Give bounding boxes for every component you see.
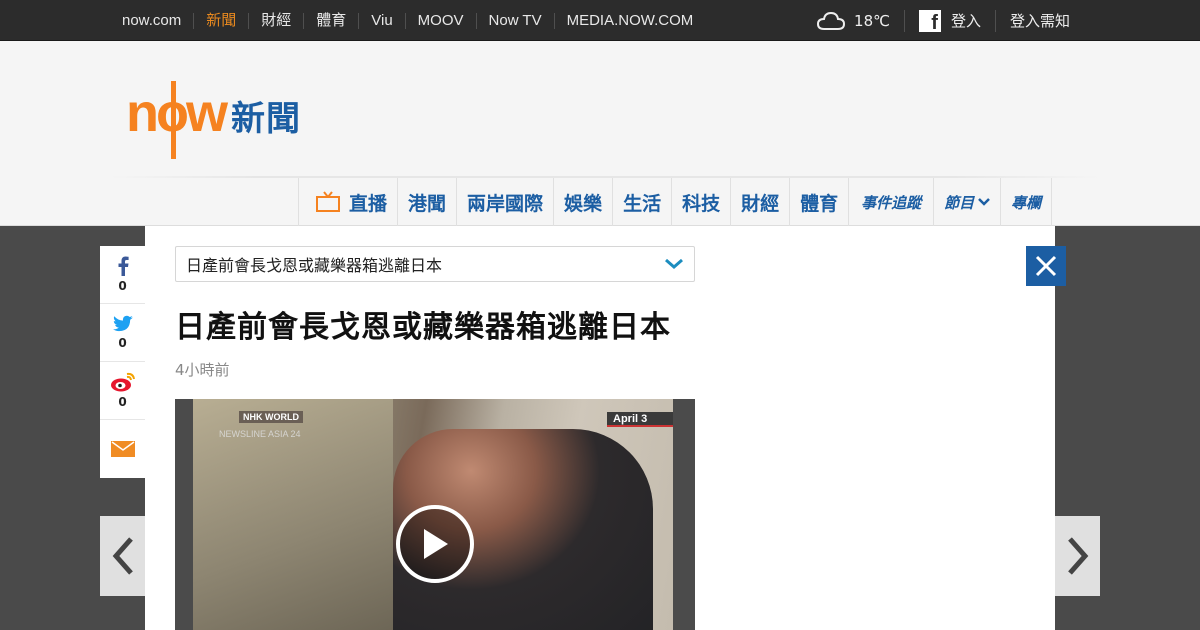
header: now 新聞 直播 港聞 兩岸國際 娛樂 生活 科技 財經 體育 事件追蹤 節目… — [0, 41, 1200, 226]
nav-item-tech[interactable]: 科技 — [672, 178, 732, 226]
article-title: 日產前會長戈恩或藏樂器箱逃離日本 — [175, 310, 671, 345]
nav-item-life[interactable]: 生活 — [613, 178, 673, 226]
nav-item-entertainment[interactable]: 娛樂 — [554, 178, 614, 226]
login-note-link[interactable]: 登入需知 — [996, 10, 1070, 31]
main-nav: 直播 港聞 兩岸國際 娛樂 生活 科技 財經 體育 事件追蹤 節目 專欄 — [298, 178, 1053, 226]
logo-section: 新聞 — [230, 98, 301, 139]
top-link-sports[interactable]: 體育 — [303, 12, 358, 29]
video-date-tag: April 3 — [607, 412, 673, 427]
nav-item-programs[interactable]: 節目 — [934, 178, 1002, 226]
nav-item-international[interactable]: 兩岸國際 — [457, 178, 555, 226]
facebook-count: 0 — [118, 279, 127, 293]
cloud-icon — [817, 11, 846, 30]
top-link-media[interactable]: MEDIA.NOW.COM — [553, 12, 706, 29]
weather[interactable]: 18℃ — [816, 9, 905, 32]
temperature: 18℃ — [854, 11, 890, 30]
twitter-count: 0 — [118, 336, 127, 350]
next-article-button[interactable] — [1055, 516, 1100, 596]
chevron-down-icon — [978, 198, 991, 206]
nav-label-programs: 節目 — [944, 193, 975, 212]
top-link-viu[interactable]: Viu — [358, 12, 404, 29]
article-select-value: 日產前會長戈恩或藏樂器箱逃離日本 — [186, 256, 443, 275]
nav-item-live[interactable]: 直播 — [299, 178, 399, 226]
article-panel: 日產前會長戈恩或藏樂器箱逃離日本 日產前會長戈恩或藏樂器箱逃離日本 4小時前 N… — [145, 226, 1055, 630]
now-news-logo[interactable]: now 新聞 — [126, 81, 301, 159]
chevron-right-icon — [1067, 537, 1088, 575]
share-weibo[interactable]: 0 — [100, 362, 145, 420]
play-icon — [424, 529, 448, 559]
top-link-news[interactable]: 新聞 — [193, 12, 248, 29]
facebook-login[interactable]: f 登入 — [905, 9, 996, 33]
facebook-icon: f — [918, 9, 941, 33]
nav-item-tracking[interactable]: 事件追蹤 — [849, 178, 935, 226]
chevron-down-icon — [665, 258, 683, 269]
top-bar: now.com 新聞 財經 體育 Viu MOOV Now TV MEDIA.N… — [0, 0, 1200, 41]
weibo-icon — [110, 372, 135, 392]
top-right: 18℃ f 登入 登入需知 — [816, 0, 1070, 41]
nav-item-columns[interactable]: 專欄 — [1001, 178, 1053, 226]
nav-item-finance[interactable]: 財經 — [731, 178, 791, 226]
share-facebook[interactable]: 0 — [100, 246, 145, 304]
facebook-icon — [118, 256, 129, 276]
chevron-left-icon — [112, 537, 133, 575]
weibo-count: 0 — [118, 395, 127, 409]
email-icon — [110, 441, 135, 457]
logo-now: now — [126, 81, 228, 159]
video-channel-logo: NHK WORLD — [239, 411, 303, 423]
video-player[interactable]: NHK WORLD NEWSLINE ASIA 24 April 3 — [175, 399, 695, 630]
article-select[interactable]: 日產前會長戈恩或藏樂器箱逃離日本 — [175, 246, 695, 282]
top-link-moov[interactable]: MOOV — [404, 12, 476, 29]
nav-label-live: 直播 — [349, 192, 388, 215]
top-link-nowtv[interactable]: Now TV — [475, 12, 554, 29]
share-bar: 0 0 0 — [100, 246, 145, 478]
tv-icon — [316, 191, 340, 212]
logo-bar — [171, 81, 176, 159]
login-label: 登入 — [950, 12, 981, 30]
top-link-finance[interactable]: 財經 — [248, 12, 303, 29]
close-icon — [1035, 255, 1057, 277]
top-nav: now.com 新聞 財經 體育 Viu MOOV Now TV MEDIA.N… — [110, 0, 705, 41]
video-program: NEWSLINE ASIA 24 — [219, 429, 301, 439]
share-twitter[interactable]: 0 — [100, 304, 145, 362]
nav-item-sports[interactable]: 體育 — [790, 178, 850, 226]
top-link-nowcom[interactable]: now.com — [110, 12, 193, 29]
twitter-icon — [112, 315, 133, 332]
nav-item-hk[interactable]: 港聞 — [398, 178, 458, 226]
share-email[interactable] — [100, 420, 145, 478]
close-button[interactable] — [1026, 246, 1066, 286]
article-time: 4小時前 — [175, 361, 230, 379]
prev-article-button[interactable] — [100, 516, 145, 596]
play-button[interactable] — [396, 505, 474, 583]
